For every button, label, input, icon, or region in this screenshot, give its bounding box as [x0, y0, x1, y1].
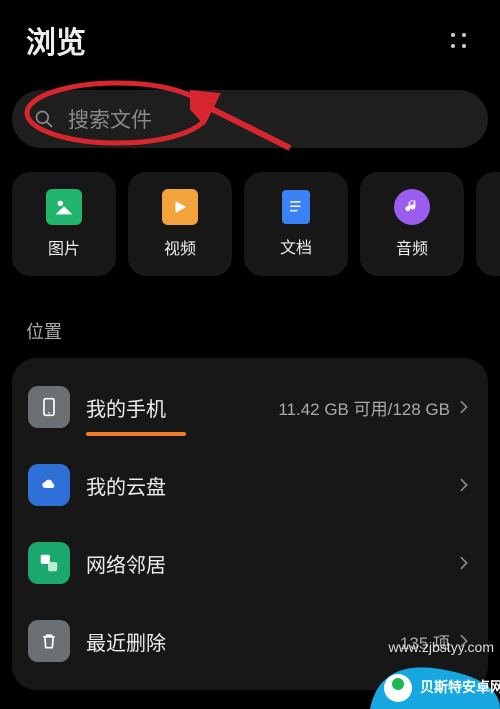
- chevron-right-icon: [456, 399, 472, 415]
- category-documents[interactable]: 文档: [244, 172, 348, 276]
- cloud-icon: [28, 464, 70, 506]
- more-icon[interactable]: [443, 25, 474, 56]
- phone-icon: [28, 386, 70, 428]
- selection-indicator: [86, 432, 186, 436]
- chevron-right-icon: [456, 477, 472, 493]
- video-icon: [162, 189, 198, 225]
- category-label: 音频: [396, 235, 428, 259]
- search-input[interactable]: 搜索文件: [12, 90, 488, 148]
- category-audio[interactable]: 音频: [360, 172, 464, 276]
- watermark-badge: 贝斯特安卓网: [370, 654, 500, 709]
- category-images[interactable]: 图片: [12, 172, 116, 276]
- location-phone[interactable]: 我的手机 11.42 GB 可用/128 GB: [12, 368, 488, 446]
- category-more[interactable]: [476, 172, 500, 276]
- location-cloud[interactable]: 我的云盘: [12, 446, 488, 524]
- search-icon: [34, 109, 54, 129]
- category-row: 图片 视频 文档 音频: [0, 172, 500, 276]
- image-icon: [46, 189, 82, 225]
- chevron-right-icon: [456, 555, 472, 571]
- search-placeholder: 搜索文件: [68, 104, 152, 134]
- row-label: 我的手机: [86, 393, 278, 422]
- category-label: 文档: [280, 234, 312, 258]
- location-network[interactable]: 网络邻居: [12, 524, 488, 602]
- row-meta: 11.42 GB 可用/128 GB: [278, 395, 450, 420]
- category-label: 视频: [164, 235, 196, 259]
- network-icon: [28, 542, 70, 584]
- row-label: 网络邻居: [86, 549, 456, 578]
- watermark-url: www.zjbstyy.com: [388, 639, 494, 655]
- trash-icon: [28, 620, 70, 662]
- page-title: 浏览: [26, 18, 86, 62]
- locations-heading: 位置: [26, 318, 500, 344]
- row-label: 最近删除: [86, 627, 400, 656]
- document-icon: [282, 190, 310, 224]
- category-videos[interactable]: 视频: [128, 172, 232, 276]
- audio-icon: [394, 189, 430, 225]
- svg-text:贝斯特安卓网: 贝斯特安卓网: [420, 679, 500, 695]
- category-label: 图片: [48, 235, 80, 259]
- row-label: 我的云盘: [86, 471, 456, 500]
